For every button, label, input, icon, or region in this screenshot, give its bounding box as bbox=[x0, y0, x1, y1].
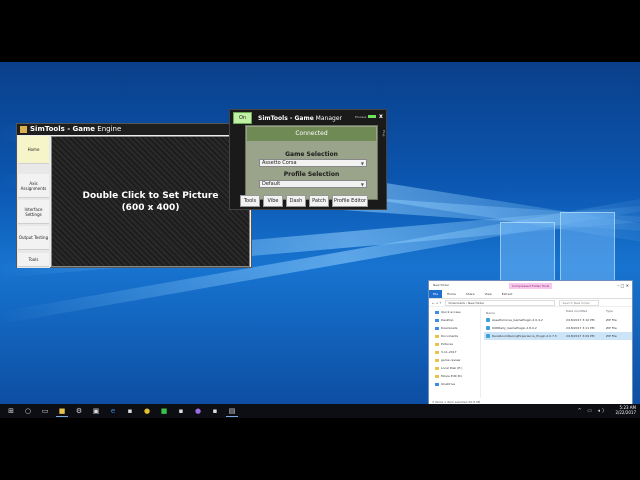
simtools-icon bbox=[20, 126, 27, 133]
ribbon-tab-share[interactable]: Share bbox=[461, 292, 480, 296]
app-icon[interactable]: ▪ bbox=[175, 405, 187, 417]
explorer-titlebar[interactable]: New folder Compressed Folder Tools – □ ✕ bbox=[429, 281, 632, 290]
compressed-folder-tools-tab[interactable]: Compressed Folder Tools bbox=[509, 283, 553, 289]
nav-item[interactable]: Desktop bbox=[429, 316, 480, 324]
file-row[interactable]: AssettoCorsa_GamePlugin.2.0.4.2 2/18/201… bbox=[484, 316, 632, 324]
app-icon[interactable]: ▪ bbox=[124, 405, 136, 417]
sidebar-item-axis-assignments[interactable]: Axis Assignments bbox=[18, 174, 49, 198]
address-bar[interactable]: Downloads › New folder bbox=[445, 299, 556, 306]
connection-status: Connected bbox=[247, 127, 376, 141]
engine-sidebar: Home Axis Assignments Interface Settings… bbox=[17, 136, 50, 268]
nav-item[interactable]: game review bbox=[429, 356, 480, 364]
explorer-ribbon: File Home Share View Extract bbox=[429, 290, 632, 299]
profile-editor-button[interactable]: Profile Editor bbox=[332, 195, 368, 207]
nav-item[interactable]: Movie Edit Pro bbox=[429, 372, 480, 380]
screen: SimTools - Game Engine Home Axis Assignm… bbox=[0, 0, 640, 480]
ribbon-tab-home[interactable]: Home bbox=[442, 292, 461, 296]
nav-item[interactable]: OneDrive bbox=[429, 380, 480, 388]
app-icon[interactable]: ▤ bbox=[226, 405, 238, 417]
explorer-title: New folder bbox=[433, 283, 450, 287]
app-icon[interactable]: ▪ bbox=[209, 405, 221, 417]
file-explorer-window[interactable]: New folder Compressed Folder Tools – □ ✕… bbox=[428, 280, 633, 407]
nav-item[interactable]: Documents bbox=[429, 332, 480, 340]
process-indicator bbox=[368, 115, 376, 118]
game-selection-label: Game Selection bbox=[285, 151, 338, 158]
zip-file-icon bbox=[486, 326, 490, 330]
chrome-icon[interactable]: ● bbox=[141, 405, 153, 417]
task-view-icon[interactable]: ▭ bbox=[39, 405, 51, 417]
zip-file-icon bbox=[486, 334, 490, 338]
nav-item[interactable]: Local Disk (E:) bbox=[429, 364, 480, 372]
manager-button-row: Tools Vibe Dash Patch Profile Editor bbox=[240, 195, 386, 207]
game-engine-titlebar[interactable]: SimTools - Game Engine bbox=[17, 124, 251, 135]
profile-selection-label: Profile Selection bbox=[283, 171, 340, 178]
nav-item[interactable]: Quick access bbox=[429, 308, 480, 316]
game-engine-window[interactable]: SimTools - Game Engine Home Axis Assignm… bbox=[16, 123, 252, 268]
edge-icon[interactable]: e bbox=[107, 405, 119, 417]
store-icon[interactable]: ▣ bbox=[90, 405, 102, 417]
close-icon[interactable]: x bbox=[379, 113, 383, 120]
system-tray-icons[interactable]: ^ ▭ ◂) bbox=[577, 408, 606, 414]
ribbon-tab-view[interactable]: View bbox=[480, 292, 497, 296]
column-date[interactable]: Date modified bbox=[566, 309, 606, 316]
picture-size: (600 x 400) bbox=[121, 202, 180, 213]
on-button[interactable]: On bbox=[233, 112, 252, 124]
file-list-header: Name Date modified Type bbox=[484, 309, 632, 316]
search-input[interactable]: Search New folder bbox=[559, 299, 600, 306]
manager-panel: Connected Game Selection Assetto Corsa ▼ … bbox=[245, 125, 378, 200]
plugin-side-tab[interactable]: Plug bbox=[380, 130, 386, 180]
game-selection-dropdown[interactable]: Assetto Corsa ▼ bbox=[259, 159, 367, 167]
file-row[interactable]: RaceRoomRacingExperience_Plugin.2.0.7.5 … bbox=[484, 332, 632, 340]
ribbon-tab-file[interactable]: File bbox=[429, 290, 443, 298]
file-row[interactable]: DiRtRally_GamePlugin.2.8.0.2 2/18/2017 3… bbox=[484, 324, 632, 332]
vibe-button[interactable]: Vibe bbox=[263, 195, 283, 207]
sidebar-item-interface-settings[interactable]: Interface Settings bbox=[18, 200, 49, 224]
chevron-down-icon: ▼ bbox=[360, 161, 364, 166]
column-name[interactable]: Name bbox=[484, 309, 566, 316]
nav-arrows-icon[interactable]: ← → ↑ bbox=[432, 301, 441, 305]
nav-item[interactable]: Downloads bbox=[429, 324, 480, 332]
zip-file-icon bbox=[486, 318, 490, 322]
tools-button[interactable]: Tools bbox=[240, 195, 260, 207]
chevron-down-icon: ▼ bbox=[360, 182, 364, 187]
app-icon[interactable]: ● bbox=[192, 405, 204, 417]
nav-item[interactable]: 3-11-2017 bbox=[429, 348, 480, 356]
game-manager-window[interactable]: On SimTools - Game Manager Process x Plu… bbox=[229, 109, 387, 210]
clock[interactable]: 5:23 AM 2/22/2017 bbox=[615, 405, 636, 415]
sidebar-item-home[interactable]: Home bbox=[18, 136, 49, 164]
picture-area[interactable]: Double Click to Set Picture (600 x 400) bbox=[51, 136, 250, 267]
game-engine-title: SimTools - Game Engine bbox=[30, 125, 122, 133]
cortana-icon[interactable]: ○ bbox=[22, 405, 34, 417]
settings-icon[interactable]: ⚙ bbox=[73, 405, 85, 417]
file-explorer-icon[interactable]: ■ bbox=[56, 405, 68, 417]
nav-item[interactable]: Pictures bbox=[429, 340, 480, 348]
navigation-pane: Quick access Desktop Downloads Documents… bbox=[429, 308, 481, 398]
file-list: Name Date modified Type AssettoCorsa_Gam… bbox=[484, 309, 632, 340]
patch-button[interactable]: Patch bbox=[309, 195, 329, 207]
process-label: Process bbox=[355, 115, 367, 119]
picture-hint: Double Click to Set Picture bbox=[82, 190, 219, 201]
letterbox-bottom bbox=[0, 418, 640, 480]
sidebar-item-tools[interactable]: Tools bbox=[18, 253, 49, 267]
taskbar: ⊞ ○ ▭ ■ ⚙ ▣ e ▪ ● ■ ▪ ● ▪ ▤ ^ ▭ ◂) 5:23 … bbox=[0, 404, 640, 418]
dash-button[interactable]: Dash bbox=[286, 195, 306, 207]
sidebar-item-output-testing[interactable]: Output Testing bbox=[18, 226, 49, 250]
game-manager-title: SimTools - Game Manager bbox=[258, 115, 342, 122]
start-icon[interactable]: ⊞ bbox=[5, 405, 17, 417]
column-type[interactable]: Type bbox=[606, 309, 626, 316]
app-icon[interactable]: ■ bbox=[158, 405, 170, 417]
profile-selection-dropdown[interactable]: Default ▼ bbox=[259, 180, 367, 188]
window-controls[interactable]: – □ ✕ bbox=[617, 281, 629, 290]
address-bar-row: ← → ↑ Downloads › New folder Search New … bbox=[429, 299, 632, 307]
ribbon-tab-extract[interactable]: Extract bbox=[497, 292, 518, 296]
